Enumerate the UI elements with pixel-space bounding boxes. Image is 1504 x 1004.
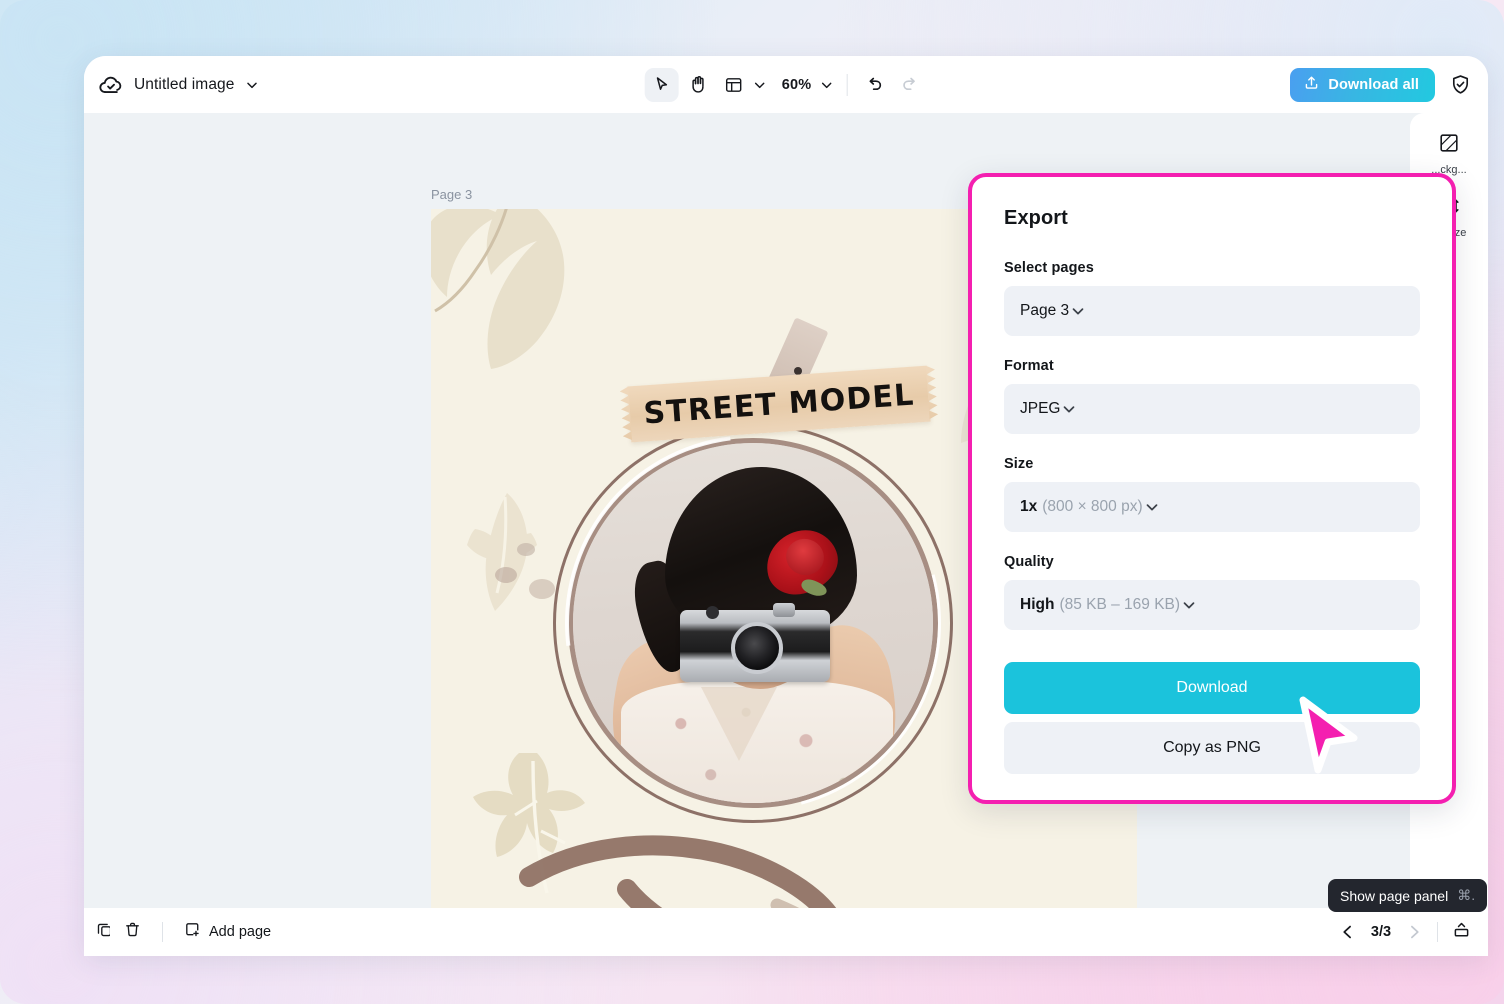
layout-chevron-down-icon[interactable] <box>752 77 768 93</box>
download-all-label: Download all <box>1328 77 1419 93</box>
monstera-leaf-decoration <box>431 209 607 395</box>
shield-check-icon[interactable] <box>1449 73 1472 96</box>
export-panel: Export Select pages Page 3 Format JPEG S… <box>968 173 1456 804</box>
add-page-label: Add page <box>209 924 271 940</box>
page-nav-divider <box>1437 922 1438 942</box>
chevron-left-icon[interactable] <box>1338 922 1358 942</box>
download-button[interactable]: Download <box>1004 662 1420 714</box>
hand-tool-button[interactable] <box>681 68 715 102</box>
layout-tool-group[interactable] <box>717 68 770 102</box>
canvas-workspace: ...ckg... ...esize Page 3 <box>84 113 1488 956</box>
chevron-down-icon <box>1069 302 1087 320</box>
trash-icon <box>123 920 142 944</box>
undo-button[interactable] <box>857 68 891 102</box>
bottombar-divider <box>162 922 163 942</box>
speckle-decoration <box>495 567 517 583</box>
format-dropdown[interactable]: JPEG <box>1004 384 1420 434</box>
app-window: Untitled image <box>84 56 1488 956</box>
title-tape-banner: STREET MODEL <box>627 366 930 443</box>
speckle-decoration <box>529 579 555 599</box>
panel-spacer <box>1004 652 1420 662</box>
zoom-chevron-down-icon[interactable] <box>818 77 834 93</box>
format-value: JPEG <box>1020 400 1060 418</box>
quality-dropdown[interactable]: High (85 KB – 169 KB) <box>1004 580 1420 630</box>
select-tool-button[interactable] <box>645 68 679 102</box>
top-toolbar: Untitled image <box>84 56 1488 113</box>
size-detail: (800 × 800 px) <box>1042 498 1142 516</box>
export-panel-title: Export <box>1004 207 1420 230</box>
upload-icon <box>1303 74 1320 95</box>
size-value: 1x <box>1020 498 1037 516</box>
format-label: Format <box>1004 358 1420 374</box>
quality-detail: (85 KB – 169 KB) <box>1059 596 1180 614</box>
desktop-backdrop: Untitled image <box>0 0 1504 1004</box>
delete-page-button[interactable] <box>114 916 151 948</box>
select-pages-label: Select pages <box>1004 260 1420 276</box>
chevron-down-icon <box>1143 498 1161 516</box>
copy-as-png-button[interactable]: Copy as PNG <box>1004 722 1420 774</box>
speckle-decoration <box>517 543 535 556</box>
sidebar-item-background[interactable]: ...ckg... <box>1417 131 1481 176</box>
document-title: Untitled image <box>134 76 234 94</box>
add-page-button[interactable]: Add page <box>174 916 280 948</box>
chevron-right-icon[interactable] <box>1404 922 1424 942</box>
artboard-page-label: Page 3 <box>431 187 472 202</box>
square-plus-icon <box>183 920 202 944</box>
select-pages-dropdown[interactable]: Page 3 <box>1004 286 1420 336</box>
chevron-down-icon[interactable] <box>244 77 260 93</box>
chevron-down-icon <box>1060 400 1078 418</box>
tooltip-text: Show page panel <box>1340 888 1448 904</box>
center-tools: 60% <box>645 68 928 102</box>
show-page-panel-tooltip: Show page panel ⌘. <box>1328 879 1487 912</box>
quality-value: High <box>1020 596 1054 614</box>
fern-leaf-decoration <box>449 487 569 637</box>
duplicate-icon <box>95 920 110 944</box>
chevron-down-icon <box>1180 596 1198 614</box>
artboard-title-text: STREET MODEL <box>642 377 915 431</box>
page-navigation: 3/3 <box>1338 919 1472 945</box>
select-pages-value: Page 3 <box>1020 302 1069 320</box>
zoom-level-value: 60% <box>772 77 818 93</box>
duplicate-page-button[interactable] <box>86 916 110 948</box>
document-title-group[interactable]: Untitled image <box>98 72 260 98</box>
bottom-left-actions: Add page <box>100 916 280 948</box>
page-panel-icon[interactable] <box>1451 919 1472 945</box>
checkerboard-background-icon <box>1437 131 1461 160</box>
download-all-button[interactable]: Download all <box>1290 68 1435 102</box>
layout-grid-icon[interactable] <box>717 68 751 102</box>
redo-button[interactable] <box>893 68 927 102</box>
tooltip-shortcut: ⌘. <box>1457 887 1475 904</box>
cloud-check-icon <box>98 72 124 98</box>
brush-stroke-swirl <box>519 809 949 915</box>
zoom-control[interactable]: 60% <box>772 77 837 93</box>
top-right-actions: Download all <box>1290 68 1472 102</box>
size-dropdown[interactable]: 1x (800 × 800 px) <box>1004 482 1420 532</box>
page-counter: 3/3 <box>1364 924 1398 940</box>
toolbar-divider <box>846 74 847 96</box>
quality-label: Quality <box>1004 554 1420 570</box>
size-label: Size <box>1004 456 1420 472</box>
bottom-page-bar: Add page 3/3 <box>84 908 1488 956</box>
